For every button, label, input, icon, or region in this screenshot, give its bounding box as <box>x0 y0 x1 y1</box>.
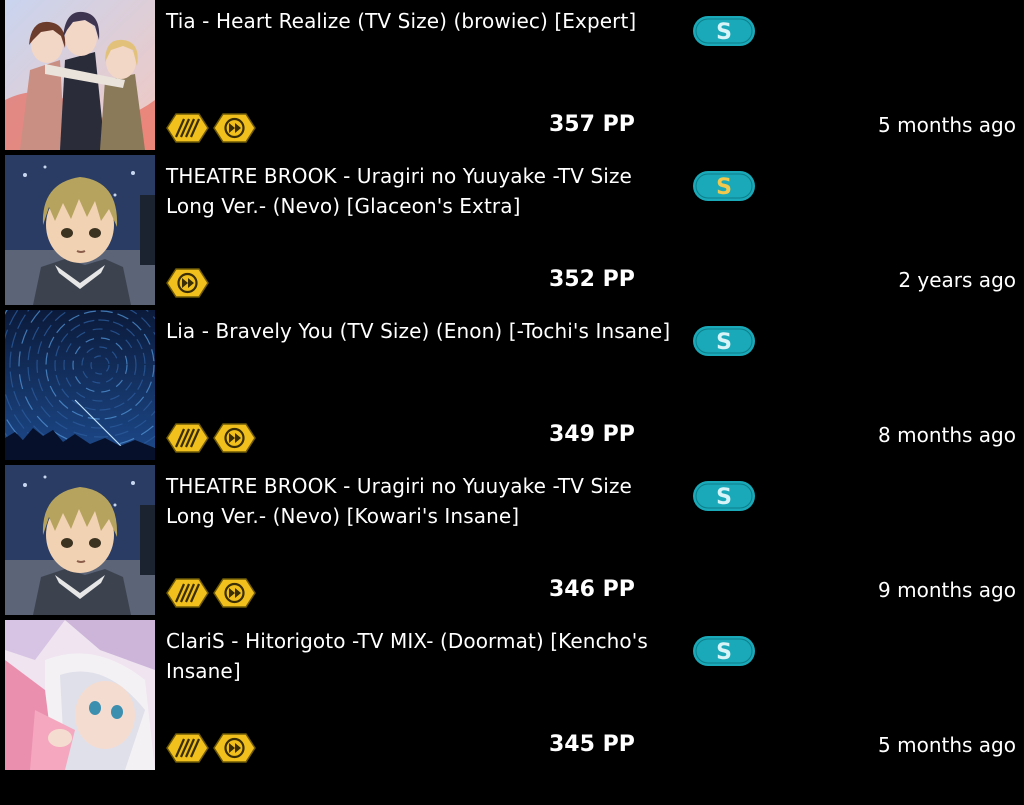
beatmap-title[interactable]: ClariS - Hitorigoto -TV MIX- (Doormat) [… <box>166 626 676 686</box>
beatmap-thumbnail[interactable] <box>5 0 155 150</box>
mods-list <box>166 578 256 608</box>
mods-list <box>166 113 256 143</box>
hidden-icon <box>166 113 209 143</box>
score-date: 8 months ago <box>878 423 1016 447</box>
svg-text:S: S <box>716 330 732 355</box>
beatmap-thumbnail[interactable] <box>5 310 155 460</box>
beatmap-title[interactable]: THEATRE BROOK - Uragiri no Yuuyake -TV S… <box>166 161 676 221</box>
rank-s-badge: S <box>692 170 756 202</box>
score-row[interactable]: Lia - Bravely You (TV Size) (Enon) [-Toc… <box>0 310 1024 465</box>
beatmap-thumbnail[interactable] <box>5 465 155 615</box>
rank-s-badge: S <box>692 15 756 47</box>
hidden-icon <box>166 423 209 453</box>
hidden-icon <box>166 578 209 608</box>
doubletime-icon <box>213 113 256 143</box>
score-row[interactable]: ClariS - Hitorigoto -TV MIX- (Doormat) [… <box>0 620 1024 775</box>
beatmap-title[interactable]: THEATRE BROOK - Uragiri no Yuuyake -TV S… <box>166 471 676 531</box>
pp-value: 346 PP <box>549 577 635 602</box>
beatmap-thumbnail[interactable] <box>5 155 155 305</box>
score-date: 5 months ago <box>878 733 1016 757</box>
svg-text:S: S <box>716 175 732 200</box>
svg-text:S: S <box>716 640 732 665</box>
score-row[interactable]: THEATRE BROOK - Uragiri no Yuuyake -TV S… <box>0 155 1024 310</box>
doubletime-icon <box>213 423 256 453</box>
mods-list <box>166 733 256 763</box>
hidden-icon <box>166 733 209 763</box>
beatmap-thumbnail[interactable] <box>5 620 155 770</box>
rank-s-badge: S <box>692 635 756 667</box>
beatmap-title[interactable]: Tia - Heart Realize (TV Size) (browiec) … <box>166 6 676 36</box>
doubletime-icon <box>166 268 209 298</box>
score-date: 2 years ago <box>898 268 1016 292</box>
pp-value: 352 PP <box>549 267 635 292</box>
pp-value: 357 PP <box>549 112 635 137</box>
rank-s-badge: S <box>692 325 756 357</box>
doubletime-icon <box>213 578 256 608</box>
pp-value: 345 PP <box>549 732 635 757</box>
rank-s-badge: S <box>692 480 756 512</box>
svg-text:S: S <box>716 485 732 510</box>
score-row[interactable]: Tia - Heart Realize (TV Size) (browiec) … <box>0 0 1024 155</box>
score-row[interactable]: THEATRE BROOK - Uragiri no Yuuyake -TV S… <box>0 465 1024 620</box>
svg-text:S: S <box>716 20 732 45</box>
doubletime-icon <box>213 733 256 763</box>
score-date: 5 months ago <box>878 113 1016 137</box>
pp-value: 349 PP <box>549 422 635 447</box>
mods-list <box>166 423 256 453</box>
beatmap-title[interactable]: Lia - Bravely You (TV Size) (Enon) [-Toc… <box>166 316 676 346</box>
mods-list <box>166 268 209 298</box>
score-date: 9 months ago <box>878 578 1016 602</box>
